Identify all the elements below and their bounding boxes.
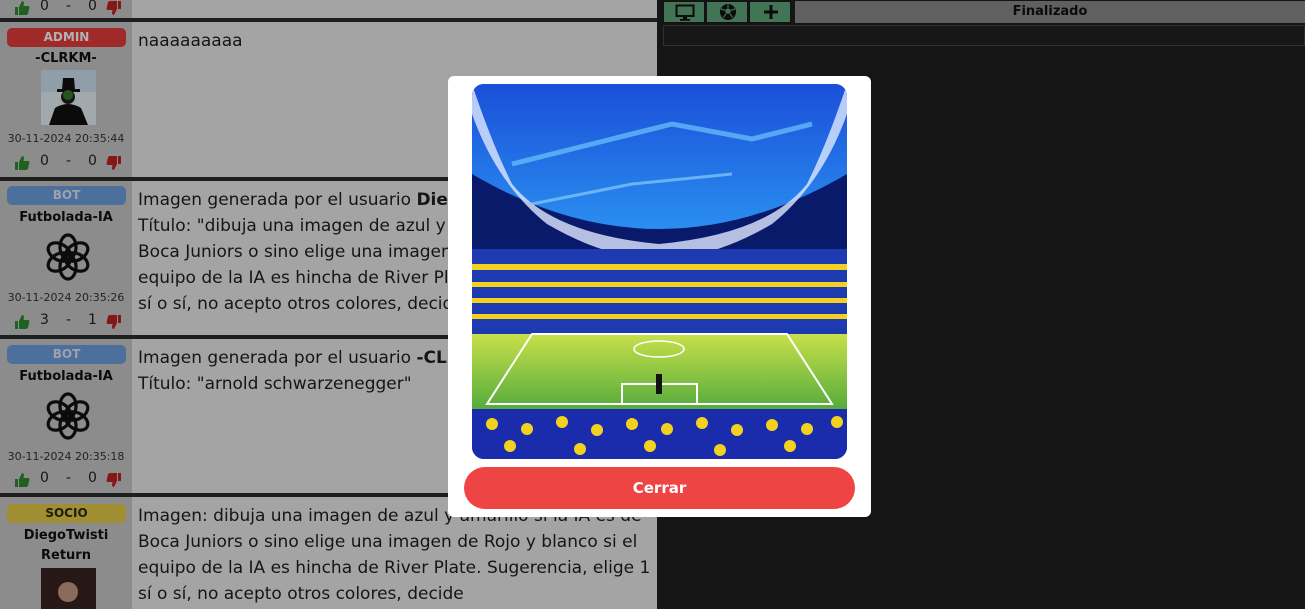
close-button[interactable]: Cerrar xyxy=(464,467,855,509)
generated-image xyxy=(472,84,847,459)
image-modal: Cerrar xyxy=(448,76,871,517)
